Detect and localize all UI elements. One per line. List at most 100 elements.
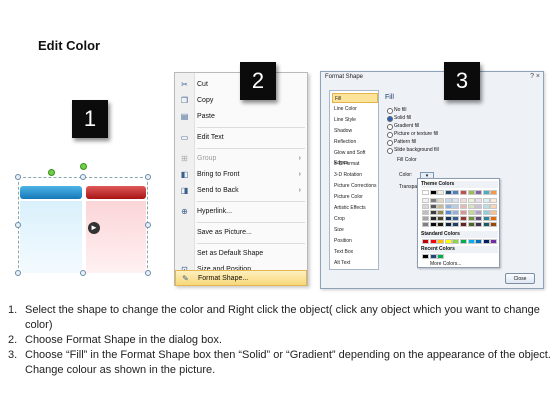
category-fill[interactable]: Fill [332,93,378,103]
category-picture-corrections[interactable]: Picture Corrections [332,181,378,191]
menu-item-group[interactable]: ⊞ Group › [175,151,307,167]
color-swatch[interactable] [429,239,437,244]
menu-item-paste[interactable]: ▤ Paste [175,109,307,125]
color-swatch[interactable] [422,198,429,203]
color-swatch[interactable] [437,204,445,209]
radio-gradient-fill[interactable]: Gradient fill [387,122,467,130]
color-swatch[interactable] [482,239,490,244]
red-header-bar[interactable] [86,186,146,199]
color-swatch[interactable] [444,222,452,227]
radio-pattern-fill[interactable]: Pattern fill [387,138,467,146]
radio-solid-fill[interactable]: Solid fill [387,114,467,122]
color-swatch[interactable] [467,198,475,203]
color-swatch[interactable] [437,254,445,259]
color-swatch[interactable] [460,198,467,203]
category-alt-text[interactable]: Alt Text [332,258,378,268]
color-swatch[interactable] [460,210,467,215]
resize-handle[interactable] [15,174,21,180]
color-swatch[interactable] [467,190,475,195]
color-swatch[interactable] [452,210,460,215]
color-swatch[interactable] [437,239,445,244]
color-swatch[interactable] [467,222,475,227]
category-crop[interactable]: Crop [332,214,378,224]
color-swatch[interactable] [429,254,437,259]
color-swatch[interactable] [422,190,429,195]
color-swatch[interactable] [460,222,467,227]
resize-handle[interactable] [80,270,86,276]
resize-handle[interactable] [145,222,151,228]
color-swatch[interactable] [490,210,498,215]
color-swatch[interactable] [460,204,467,209]
color-swatch[interactable] [444,210,452,215]
category-reflection[interactable]: Reflection [332,137,378,147]
color-swatch[interactable] [460,190,467,195]
menu-item-edit-text[interactable]: ▭ Edit Text [175,130,307,146]
color-swatch[interactable] [452,204,460,209]
selected-shape[interactable]: ► [14,163,152,276]
color-swatch[interactable] [444,204,452,209]
radio-picture-fill[interactable]: Picture or texture fill [387,130,467,138]
radio-no-fill[interactable]: No fill [387,106,467,114]
color-swatch[interactable] [460,239,467,244]
color-swatch[interactable] [452,216,460,221]
color-swatch[interactable] [490,222,498,227]
color-swatch[interactable] [422,210,429,215]
color-swatch[interactable] [429,222,437,227]
color-swatch[interactable] [467,239,475,244]
color-swatch[interactable] [490,239,498,244]
color-swatch[interactable] [452,222,460,227]
color-swatch[interactable] [437,190,445,195]
category-picture-color[interactable]: Picture Color [332,192,378,202]
color-swatch[interactable] [444,198,452,203]
color-swatch[interactable] [437,216,445,221]
resize-handle[interactable] [145,270,151,276]
color-swatch[interactable] [422,204,429,209]
rotate-handle-icon[interactable] [80,163,87,170]
color-swatch[interactable] [475,190,483,195]
menu-item-set-default-shape[interactable]: Set as Default Shape [175,246,307,262]
color-swatch[interactable] [475,222,483,227]
category-3d-format[interactable]: 3-D Format [332,159,378,169]
category-line-color[interactable]: Line Color [332,104,378,114]
color-swatch[interactable] [452,239,460,244]
category-text-box[interactable]: Text Box [332,247,378,257]
menu-item-send-to-back[interactable]: ◨ Send to Back › [175,183,307,199]
blue-panel-fill[interactable] [20,201,82,273]
color-swatch[interactable] [422,254,429,259]
color-swatch[interactable] [490,190,498,195]
color-swatch[interactable] [467,216,475,221]
color-swatch[interactable] [429,198,437,203]
color-swatch[interactable] [429,216,437,221]
color-swatch[interactable] [482,210,490,215]
rotate-handle-icon[interactable] [48,169,55,176]
more-colors-link[interactable]: More Colors... [430,261,461,267]
color-swatch[interactable] [437,222,445,227]
color-swatch[interactable] [490,198,498,203]
color-swatch[interactable] [422,239,429,244]
color-swatch[interactable] [437,210,445,215]
resize-handle[interactable] [80,174,86,180]
color-swatch[interactable] [482,190,490,195]
color-swatch[interactable] [429,204,437,209]
color-swatch[interactable] [444,216,452,221]
color-swatch[interactable] [460,216,467,221]
menu-item-format-shape[interactable]: ✎ Format Shape... [175,270,307,286]
blue-header-bar[interactable] [20,186,82,199]
category-position[interactable]: Position [332,236,378,246]
resize-handle[interactable] [15,222,21,228]
color-swatch[interactable] [475,210,483,215]
resize-handle[interactable] [145,174,151,180]
category-glow[interactable]: Glow and Soft Edges [332,148,378,166]
category-shadow[interactable]: Shadow [332,126,378,136]
color-swatch[interactable] [490,216,498,221]
category-artistic-effects[interactable]: Artistic Effects [332,203,378,213]
menu-item-bring-to-front[interactable]: ◧ Bring to Front › [175,167,307,183]
color-swatch[interactable] [437,198,445,203]
color-swatch[interactable] [475,216,483,221]
color-swatch[interactable] [444,190,452,195]
color-swatch[interactable] [429,210,437,215]
color-swatch[interactable] [467,210,475,215]
color-swatch[interactable] [482,222,490,227]
radio-slide-bg-fill[interactable]: Slide background fill [387,146,467,154]
menu-item-save-as-picture[interactable]: Save as Picture... [175,225,307,241]
